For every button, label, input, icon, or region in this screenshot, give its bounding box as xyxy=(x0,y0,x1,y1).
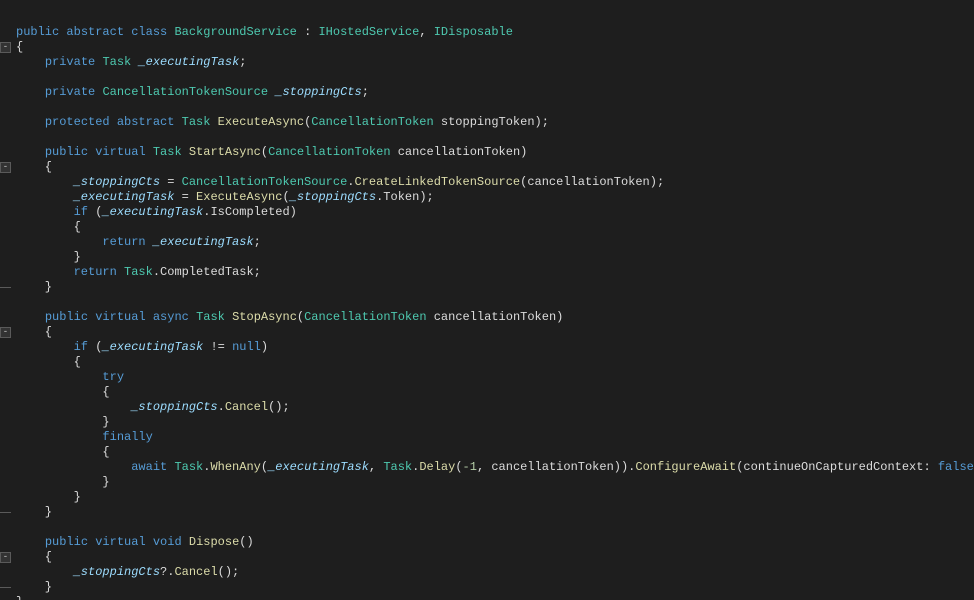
method: Delay xyxy=(419,460,455,474)
interface: IHostedService xyxy=(318,25,419,39)
fold-end-icon xyxy=(0,512,11,513)
fold-end-icon xyxy=(0,587,11,588)
keyword: return xyxy=(74,265,117,279)
interface: IDisposable xyxy=(434,25,513,39)
keyword: async xyxy=(153,310,189,324)
keyword: false xyxy=(938,460,974,474)
parameter: stoppingToken xyxy=(441,115,535,129)
keyword: protected xyxy=(45,115,110,129)
number: -1 xyxy=(463,460,477,474)
code-content[interactable]: public abstract class BackgroundService … xyxy=(16,25,974,600)
field: _executingTask xyxy=(102,205,203,219)
class-name: BackgroundService xyxy=(174,25,296,39)
code-editor[interactable]: { "code": { "t": { "public": "public", "… xyxy=(0,15,974,600)
keyword: try xyxy=(102,370,124,384)
type: Task xyxy=(174,460,203,474)
fold-icon[interactable]: - xyxy=(0,42,11,53)
keyword: public xyxy=(16,25,59,39)
type: Task xyxy=(124,265,153,279)
keyword: public xyxy=(45,145,88,159)
keyword: virtual xyxy=(95,145,145,159)
field: _executingTask xyxy=(153,235,254,249)
parameter: cancellationToken xyxy=(398,145,520,159)
method: ConfigureAwait xyxy=(635,460,736,474)
keyword: virtual xyxy=(95,310,145,324)
property: CompletedTask xyxy=(160,265,254,279)
method: Dispose xyxy=(189,535,239,549)
parameter: continueOnCapturedContext xyxy=(743,460,923,474)
type: CancellationTokenSource xyxy=(102,85,268,99)
method: ExecuteAsync xyxy=(218,115,304,129)
field: _stoppingCts xyxy=(74,175,160,189)
keyword: abstract xyxy=(117,115,175,129)
keyword: class xyxy=(131,25,167,39)
type: CancellationToken xyxy=(268,145,390,159)
parameter: cancellationToken xyxy=(434,310,556,324)
method: ExecuteAsync xyxy=(196,190,282,204)
fold-end-icon xyxy=(0,287,11,288)
field: _executingTask xyxy=(102,340,203,354)
keyword: finally xyxy=(102,430,152,444)
field: _executingTask xyxy=(74,190,175,204)
keyword: private xyxy=(45,55,95,69)
field: _executingTask xyxy=(138,55,239,69)
keyword: public xyxy=(45,310,88,324)
keyword: if xyxy=(74,340,88,354)
type: CancellationToken xyxy=(304,310,426,324)
field: _stoppingCts xyxy=(131,400,217,414)
type: Task xyxy=(383,460,412,474)
method: StartAsync xyxy=(189,145,261,159)
type: Task xyxy=(182,115,211,129)
method: WhenAny xyxy=(210,460,260,474)
field: _stoppingCts xyxy=(275,85,361,99)
parameter: cancellationToken xyxy=(527,175,649,189)
fold-icon[interactable]: - xyxy=(0,552,11,563)
method: Cancel xyxy=(225,400,268,414)
property: IsCompleted xyxy=(210,205,289,219)
keyword: public xyxy=(45,535,88,549)
keyword: return xyxy=(102,235,145,249)
keyword: await xyxy=(131,460,167,474)
type: Task xyxy=(102,55,131,69)
property: Token xyxy=(383,190,419,204)
keyword: virtual xyxy=(95,535,145,549)
parameter: cancellationToken xyxy=(491,460,613,474)
keyword: null xyxy=(232,340,261,354)
type: CancellationToken xyxy=(311,115,433,129)
keyword: if xyxy=(74,205,88,219)
method: StopAsync xyxy=(232,310,297,324)
fold-icon[interactable]: - xyxy=(0,162,11,173)
type: Task xyxy=(196,310,225,324)
field: _stoppingCts xyxy=(290,190,376,204)
field: _stoppingCts xyxy=(74,565,160,579)
keyword: abstract xyxy=(66,25,124,39)
type: Task xyxy=(153,145,182,159)
fold-icon[interactable]: - xyxy=(0,327,11,338)
method: Cancel xyxy=(174,565,217,579)
type: CancellationTokenSource xyxy=(182,175,348,189)
method: CreateLinkedTokenSource xyxy=(354,175,520,189)
fold-gutter: - - - - xyxy=(0,27,16,162)
keyword: private xyxy=(45,85,95,99)
keyword: void xyxy=(153,535,182,549)
field: _executingTask xyxy=(268,460,369,474)
